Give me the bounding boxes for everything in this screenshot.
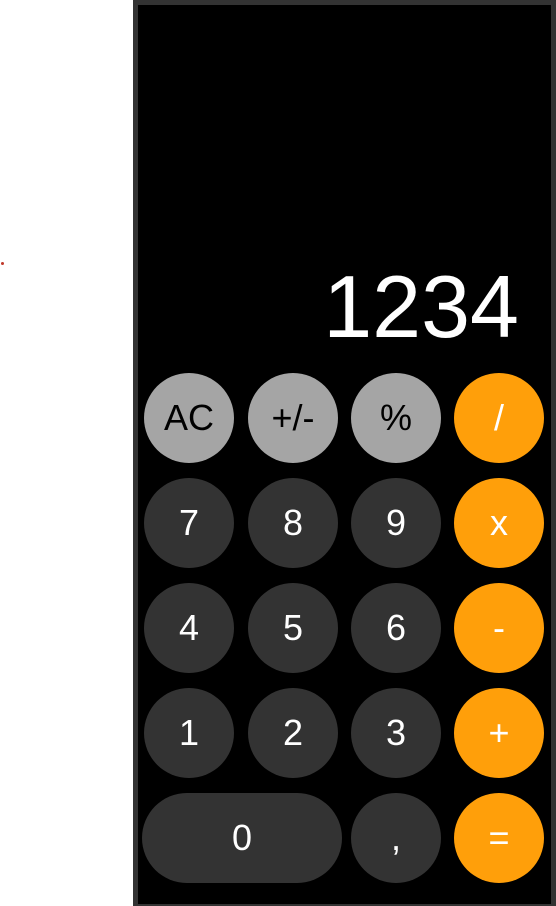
digit-8-button[interactable]: 8: [248, 478, 338, 568]
red-dot-mark: [1, 262, 4, 265]
plus-button[interactable]: +: [454, 688, 544, 778]
digit-2-button[interactable]: 2: [248, 688, 338, 778]
multiply-button[interactable]: x: [454, 478, 544, 568]
minus-button[interactable]: -: [454, 583, 544, 673]
divide-button[interactable]: /: [454, 373, 544, 463]
percent-button[interactable]: %: [351, 373, 441, 463]
calculator-display: 1234: [323, 257, 519, 356]
page: 1234 AC +/- % / 7 8 9 x 4 5 6 - 1 2 3 + …: [0, 0, 556, 906]
sign-toggle-button[interactable]: +/-: [248, 373, 338, 463]
digit-9-button[interactable]: 9: [351, 478, 441, 568]
digit-7-button[interactable]: 7: [144, 478, 234, 568]
digit-1-button[interactable]: 1: [144, 688, 234, 778]
equals-button[interactable]: =: [454, 793, 544, 883]
clear-button[interactable]: AC: [144, 373, 234, 463]
calculator-frame: 1234 AC +/- % / 7 8 9 x 4 5 6 - 1 2 3 + …: [133, 0, 556, 906]
digit-0-button[interactable]: 0: [142, 793, 342, 883]
digit-4-button[interactable]: 4: [144, 583, 234, 673]
decimal-button[interactable]: ,: [351, 793, 441, 883]
digit-3-button[interactable]: 3: [351, 688, 441, 778]
digit-5-button[interactable]: 5: [248, 583, 338, 673]
digit-6-button[interactable]: 6: [351, 583, 441, 673]
